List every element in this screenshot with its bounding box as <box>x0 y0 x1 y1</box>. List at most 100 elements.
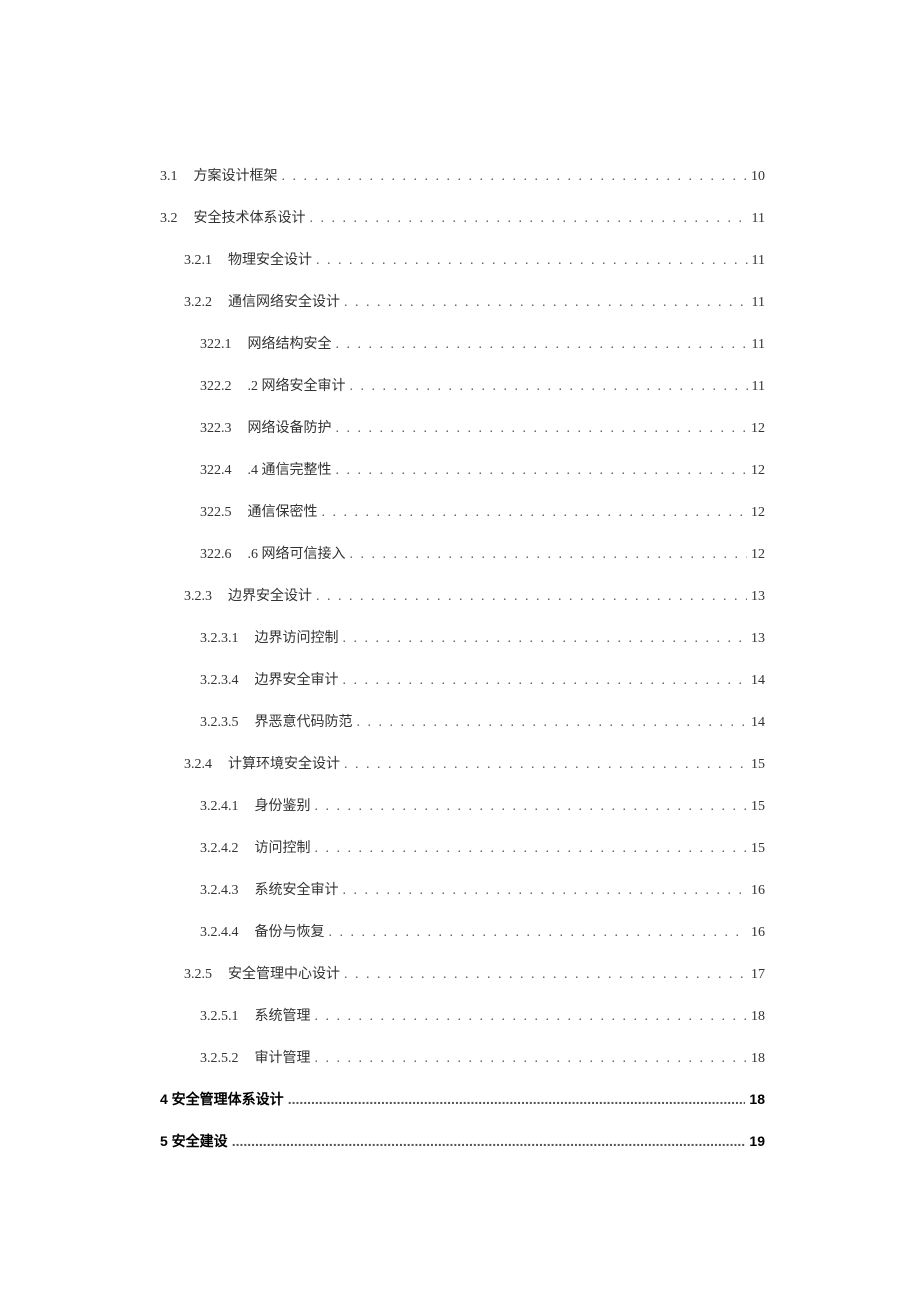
toc-title: .2 网络安全审计 <box>248 375 346 395</box>
toc-title: 物理安全设计 <box>228 249 312 269</box>
toc-number: 3.2.4.4 <box>200 925 239 941</box>
toc-number: 322.4 <box>200 463 232 479</box>
toc-page-number: 18 <box>749 1091 765 1107</box>
toc-leader-dots <box>316 253 748 269</box>
toc-number: 322.2 <box>200 379 232 395</box>
toc-entry: 3.1 方案设计框架 10 <box>160 165 765 185</box>
toc-number: 3.2.3 <box>184 589 212 605</box>
toc-number: 3.2.3.4 <box>200 673 239 689</box>
toc-title: 通信保密性 <box>248 501 318 521</box>
toc-entry: 3.2.4.1 身份鉴别 15 <box>160 795 765 815</box>
toc-number: 3.2.4.3 <box>200 883 239 899</box>
toc-page-number: 11 <box>752 379 765 395</box>
toc-page-number: 13 <box>751 589 765 605</box>
toc-entry: 322.4 .4 通信完整性 12 <box>160 459 765 479</box>
toc-leader-dots <box>344 295 748 311</box>
toc-title: 审计管理 <box>255 1047 311 1067</box>
toc-title: 边界安全设计 <box>228 585 312 605</box>
toc-leader-dots <box>343 673 748 689</box>
toc-number: 3.2.2 <box>184 295 212 311</box>
toc-number: 3.1 <box>160 169 178 185</box>
toc-page-number: 10 <box>751 169 765 185</box>
toc-entry: 322.1 网络结构安全 11 <box>160 333 765 353</box>
toc-number: 3.2.4.1 <box>200 799 239 815</box>
toc-title: 方案设计框架 <box>194 165 278 185</box>
toc-title: 系统安全审计 <box>255 879 339 899</box>
toc-entry: 3.2.4计算环境安全设计15 <box>160 753 765 773</box>
toc-entry: 5 安全建设19 <box>160 1131 765 1151</box>
toc-title: 备份与恢复 <box>255 921 325 941</box>
toc-entry: 322.2 .2 网络安全审计 11 <box>160 375 765 395</box>
toc-leader-dots <box>343 883 748 899</box>
toc-leader-dots <box>315 841 748 857</box>
toc-number: 3.2.5.2 <box>200 1051 239 1067</box>
toc-page-number: 11 <box>752 253 765 269</box>
toc-page-number: 16 <box>751 925 765 941</box>
toc-leader-dots <box>344 757 747 773</box>
toc-title: .4 通信完整性 <box>248 459 332 479</box>
toc-leader-dots <box>329 925 748 941</box>
toc-leader-dots <box>350 547 748 563</box>
toc-number: 3.2.3.5 <box>200 715 239 731</box>
toc-title: 网络结构安全 <box>248 333 332 353</box>
toc-number: 322.1 <box>200 337 232 353</box>
toc-page-number: 15 <box>751 799 765 815</box>
toc-number: 3.2.4 <box>184 757 212 773</box>
toc-entry: 3.2.3.4边界安全审计14 <box>160 669 765 689</box>
toc-entry: 3.2.3.5 界恶意代码防范 14 <box>160 711 765 731</box>
toc-title: 计算环境安全设计 <box>228 753 340 773</box>
toc-leader-dots <box>336 337 748 353</box>
toc-leader-dots <box>288 1091 746 1107</box>
toc-leader-dots <box>357 715 748 731</box>
toc-number: 322.3 <box>200 421 232 437</box>
toc-container: 3.1方案设计框架103.2安全技术体系设计113.2.1物理安全设计113.2… <box>160 165 765 1151</box>
toc-title: 边界访问控制 <box>255 627 339 647</box>
toc-entry: 3.2.5安全管理中心设计17 <box>160 963 765 983</box>
toc-page-number: 18 <box>751 1009 765 1025</box>
toc-page-number: 12 <box>751 505 765 521</box>
toc-title: 4 安全管理体系设计 <box>160 1089 284 1109</box>
toc-entry: 3.2.1 物理安全设计 11 <box>160 249 765 269</box>
toc-leader-dots <box>336 421 748 437</box>
toc-page-number: 18 <box>751 1051 765 1067</box>
toc-title: 网络设备防护 <box>248 417 332 437</box>
toc-page-number: 11 <box>752 337 765 353</box>
toc-page-number: 14 <box>751 715 765 731</box>
toc-page-number: 12 <box>751 463 765 479</box>
toc-title: 安全管理中心设计 <box>228 963 340 983</box>
toc-page-number: 13 <box>751 631 765 647</box>
toc-leader-dots <box>315 1051 748 1067</box>
toc-title: 边界安全审计 <box>255 669 339 689</box>
toc-entry: 3.2.5.1系统管理18 <box>160 1005 765 1025</box>
toc-title: 界恶意代码防范 <box>255 711 353 731</box>
toc-page-number: 17 <box>751 967 765 983</box>
toc-title: 系统管理 <box>255 1005 311 1025</box>
toc-leader-dots <box>316 589 747 605</box>
toc-leader-dots <box>344 967 747 983</box>
toc-title: 5 安全建设 <box>160 1131 228 1151</box>
toc-entry: 322.6.6 网络可信接入12 <box>160 543 765 563</box>
toc-entry: 3.2.4.4 备份与恢复 16 <box>160 921 765 941</box>
toc-leader-dots <box>322 505 748 521</box>
toc-leader-dots <box>282 169 748 185</box>
toc-leader-dots <box>315 1009 748 1025</box>
toc-title: 访问控制 <box>255 837 311 857</box>
toc-entry: 3.2.4.2访问控制15 <box>160 837 765 857</box>
toc-page-number: 12 <box>751 421 765 437</box>
toc-entry: 3.2.4.3系统安全审计16 <box>160 879 765 899</box>
toc-entry: 3.2.3.1 边界访问控制 13 <box>160 627 765 647</box>
toc-number: 322.5 <box>200 505 232 521</box>
toc-number: 3.2.3.1 <box>200 631 239 647</box>
toc-entry: 3.2.5.2 审计管理 18 <box>160 1047 765 1067</box>
toc-entry: 3.2.2通信网络安全设计11 <box>160 291 765 311</box>
toc-title: 安全技术体系设计 <box>194 207 306 227</box>
toc-page-number: 11 <box>752 211 765 227</box>
toc-page-number: 15 <box>751 841 765 857</box>
toc-leader-dots <box>350 379 748 395</box>
toc-number: 3.2.1 <box>184 253 212 269</box>
toc-title: 身份鉴别 <box>255 795 311 815</box>
toc-leader-dots <box>343 631 748 647</box>
toc-page-number: 12 <box>751 547 765 563</box>
toc-title: 通信网络安全设计 <box>228 291 340 311</box>
toc-title: .6 网络可信接入 <box>248 543 346 563</box>
